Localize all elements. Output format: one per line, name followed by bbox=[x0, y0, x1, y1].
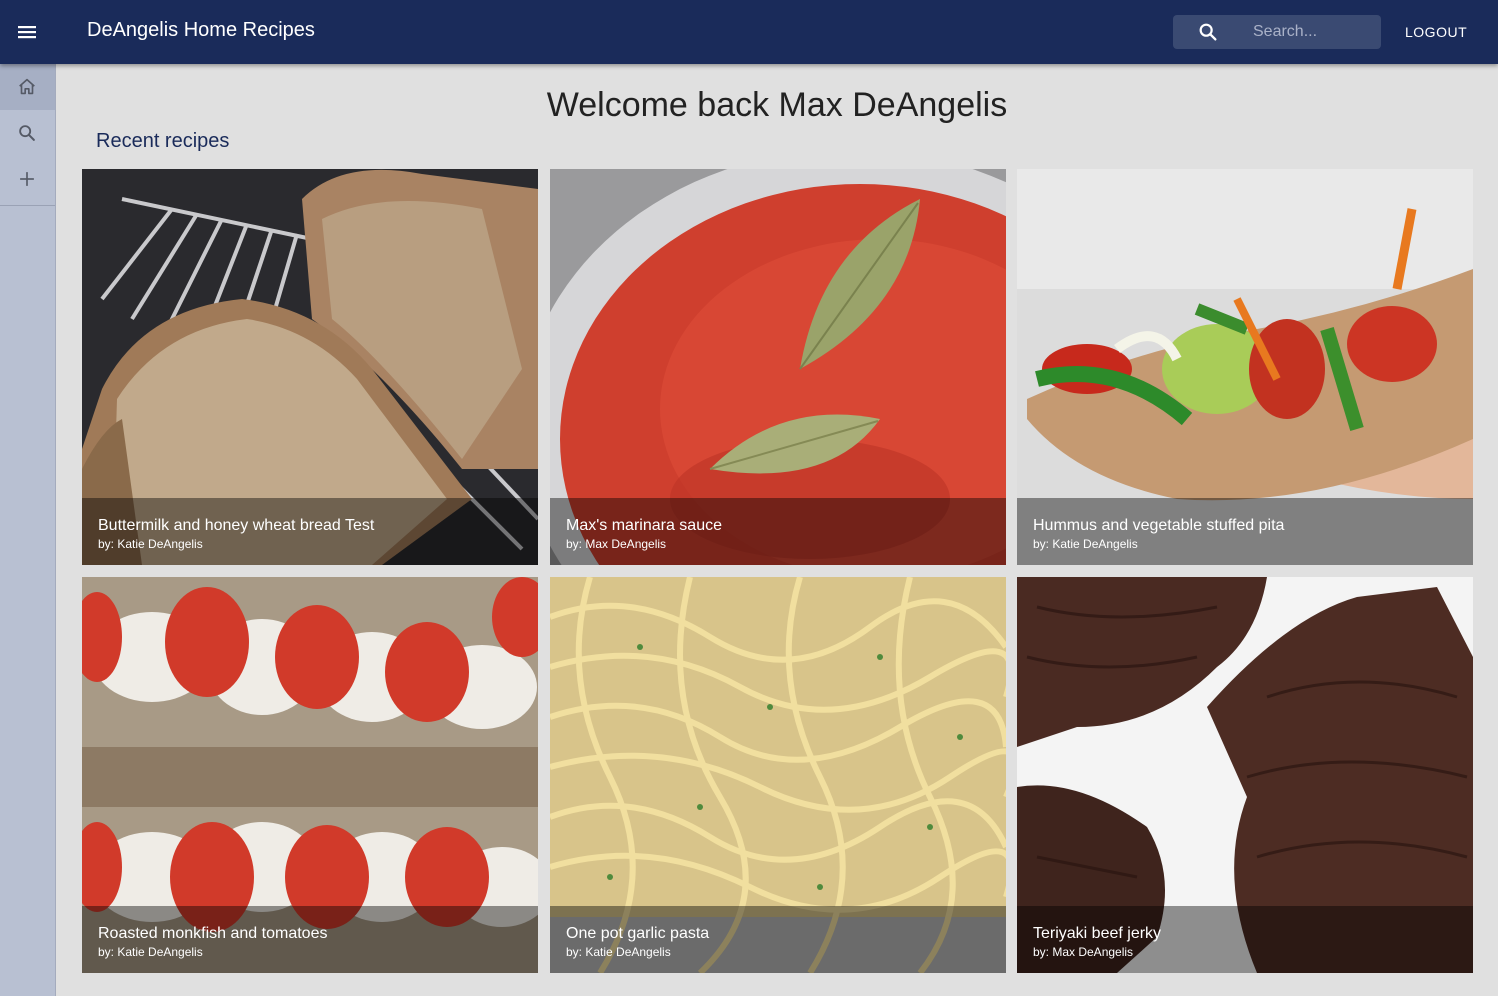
search-icon bbox=[19, 125, 35, 141]
recipe-card-jerky[interactable]: Teriyaki beef jerky by: Max DeAngelis bbox=[1017, 577, 1473, 973]
sidebar-item-search[interactable] bbox=[0, 110, 55, 156]
logout-button[interactable]: LOGOUT bbox=[1393, 20, 1479, 44]
home-icon bbox=[19, 78, 35, 95]
sidebar bbox=[0, 64, 56, 996]
welcome-heading: Welcome back Max DeAngelis bbox=[546, 86, 1008, 124]
sidebar-divider bbox=[0, 205, 55, 206]
recipe-author: by: Max DeAngelis bbox=[566, 537, 667, 551]
recipe-title: Teriyaki beef jerky bbox=[1033, 925, 1162, 942]
menu-button[interactable] bbox=[12, 17, 42, 47]
recipe-title: One pot garlic pasta bbox=[566, 925, 710, 942]
recipe-card-pasta[interactable]: One pot garlic pasta by: Katie DeAngelis bbox=[550, 577, 1006, 973]
recipe-caption-bar: Max's marinara sauce by: Max DeAngelis bbox=[550, 498, 1006, 565]
recipe-title: Hummus and vegetable stuffed pita bbox=[1033, 517, 1285, 534]
recipe-author: by: Katie DeAngelis bbox=[1033, 537, 1138, 551]
search-icon bbox=[1199, 23, 1217, 41]
recipe-caption-bar: Hummus and vegetable stuffed pita by: Ka… bbox=[1017, 498, 1473, 565]
search-box[interactable] bbox=[1173, 15, 1381, 49]
recipe-author: by: Katie DeAngelis bbox=[566, 945, 671, 959]
sidebar-item-home[interactable] bbox=[0, 64, 55, 110]
search-input[interactable] bbox=[1253, 15, 1377, 49]
recipe-card-pita[interactable]: Hummus and vegetable stuffed pita by: Ka… bbox=[1017, 169, 1473, 565]
section-title: Recent recipes bbox=[96, 130, 230, 152]
recipe-author: by: Katie DeAngelis bbox=[98, 945, 203, 959]
recipe-card-marinara[interactable]: Max's marinara sauce by: Max DeAngelis bbox=[550, 169, 1006, 565]
recipe-title: Buttermilk and honey wheat bread Test bbox=[98, 517, 375, 534]
recipe-caption-bar: One pot garlic pasta by: Katie DeAngelis bbox=[550, 906, 1006, 973]
recipe-author: by: Max DeAngelis bbox=[1033, 945, 1134, 959]
recipe-caption-bar: Teriyaki beef jerky by: Max DeAngelis bbox=[1017, 906, 1473, 973]
recipe-card-bread[interactable]: Buttermilk and honey wheat bread Test by… bbox=[82, 169, 538, 565]
recipe-title: Roasted monkfish and tomatoes bbox=[98, 925, 328, 942]
recipe-caption-bar: Buttermilk and honey wheat bread Test by… bbox=[82, 498, 538, 565]
app-bar: DeAngelis Home Recipes LOGOUT bbox=[0, 0, 1498, 64]
app-title: DeAngelis Home Recipes bbox=[87, 19, 315, 41]
sidebar-item-add[interactable] bbox=[0, 156, 55, 202]
recipe-card-monkfish[interactable]: Roasted monkfish and tomatoes by: Katie … bbox=[82, 577, 538, 973]
recipe-author: by: Katie DeAngelis bbox=[98, 537, 203, 551]
recipe-title: Max's marinara sauce bbox=[566, 517, 722, 534]
menu-icon bbox=[18, 26, 36, 39]
add-icon bbox=[20, 172, 34, 186]
recipe-caption-bar: Roasted monkfish and tomatoes by: Katie … bbox=[82, 906, 538, 973]
